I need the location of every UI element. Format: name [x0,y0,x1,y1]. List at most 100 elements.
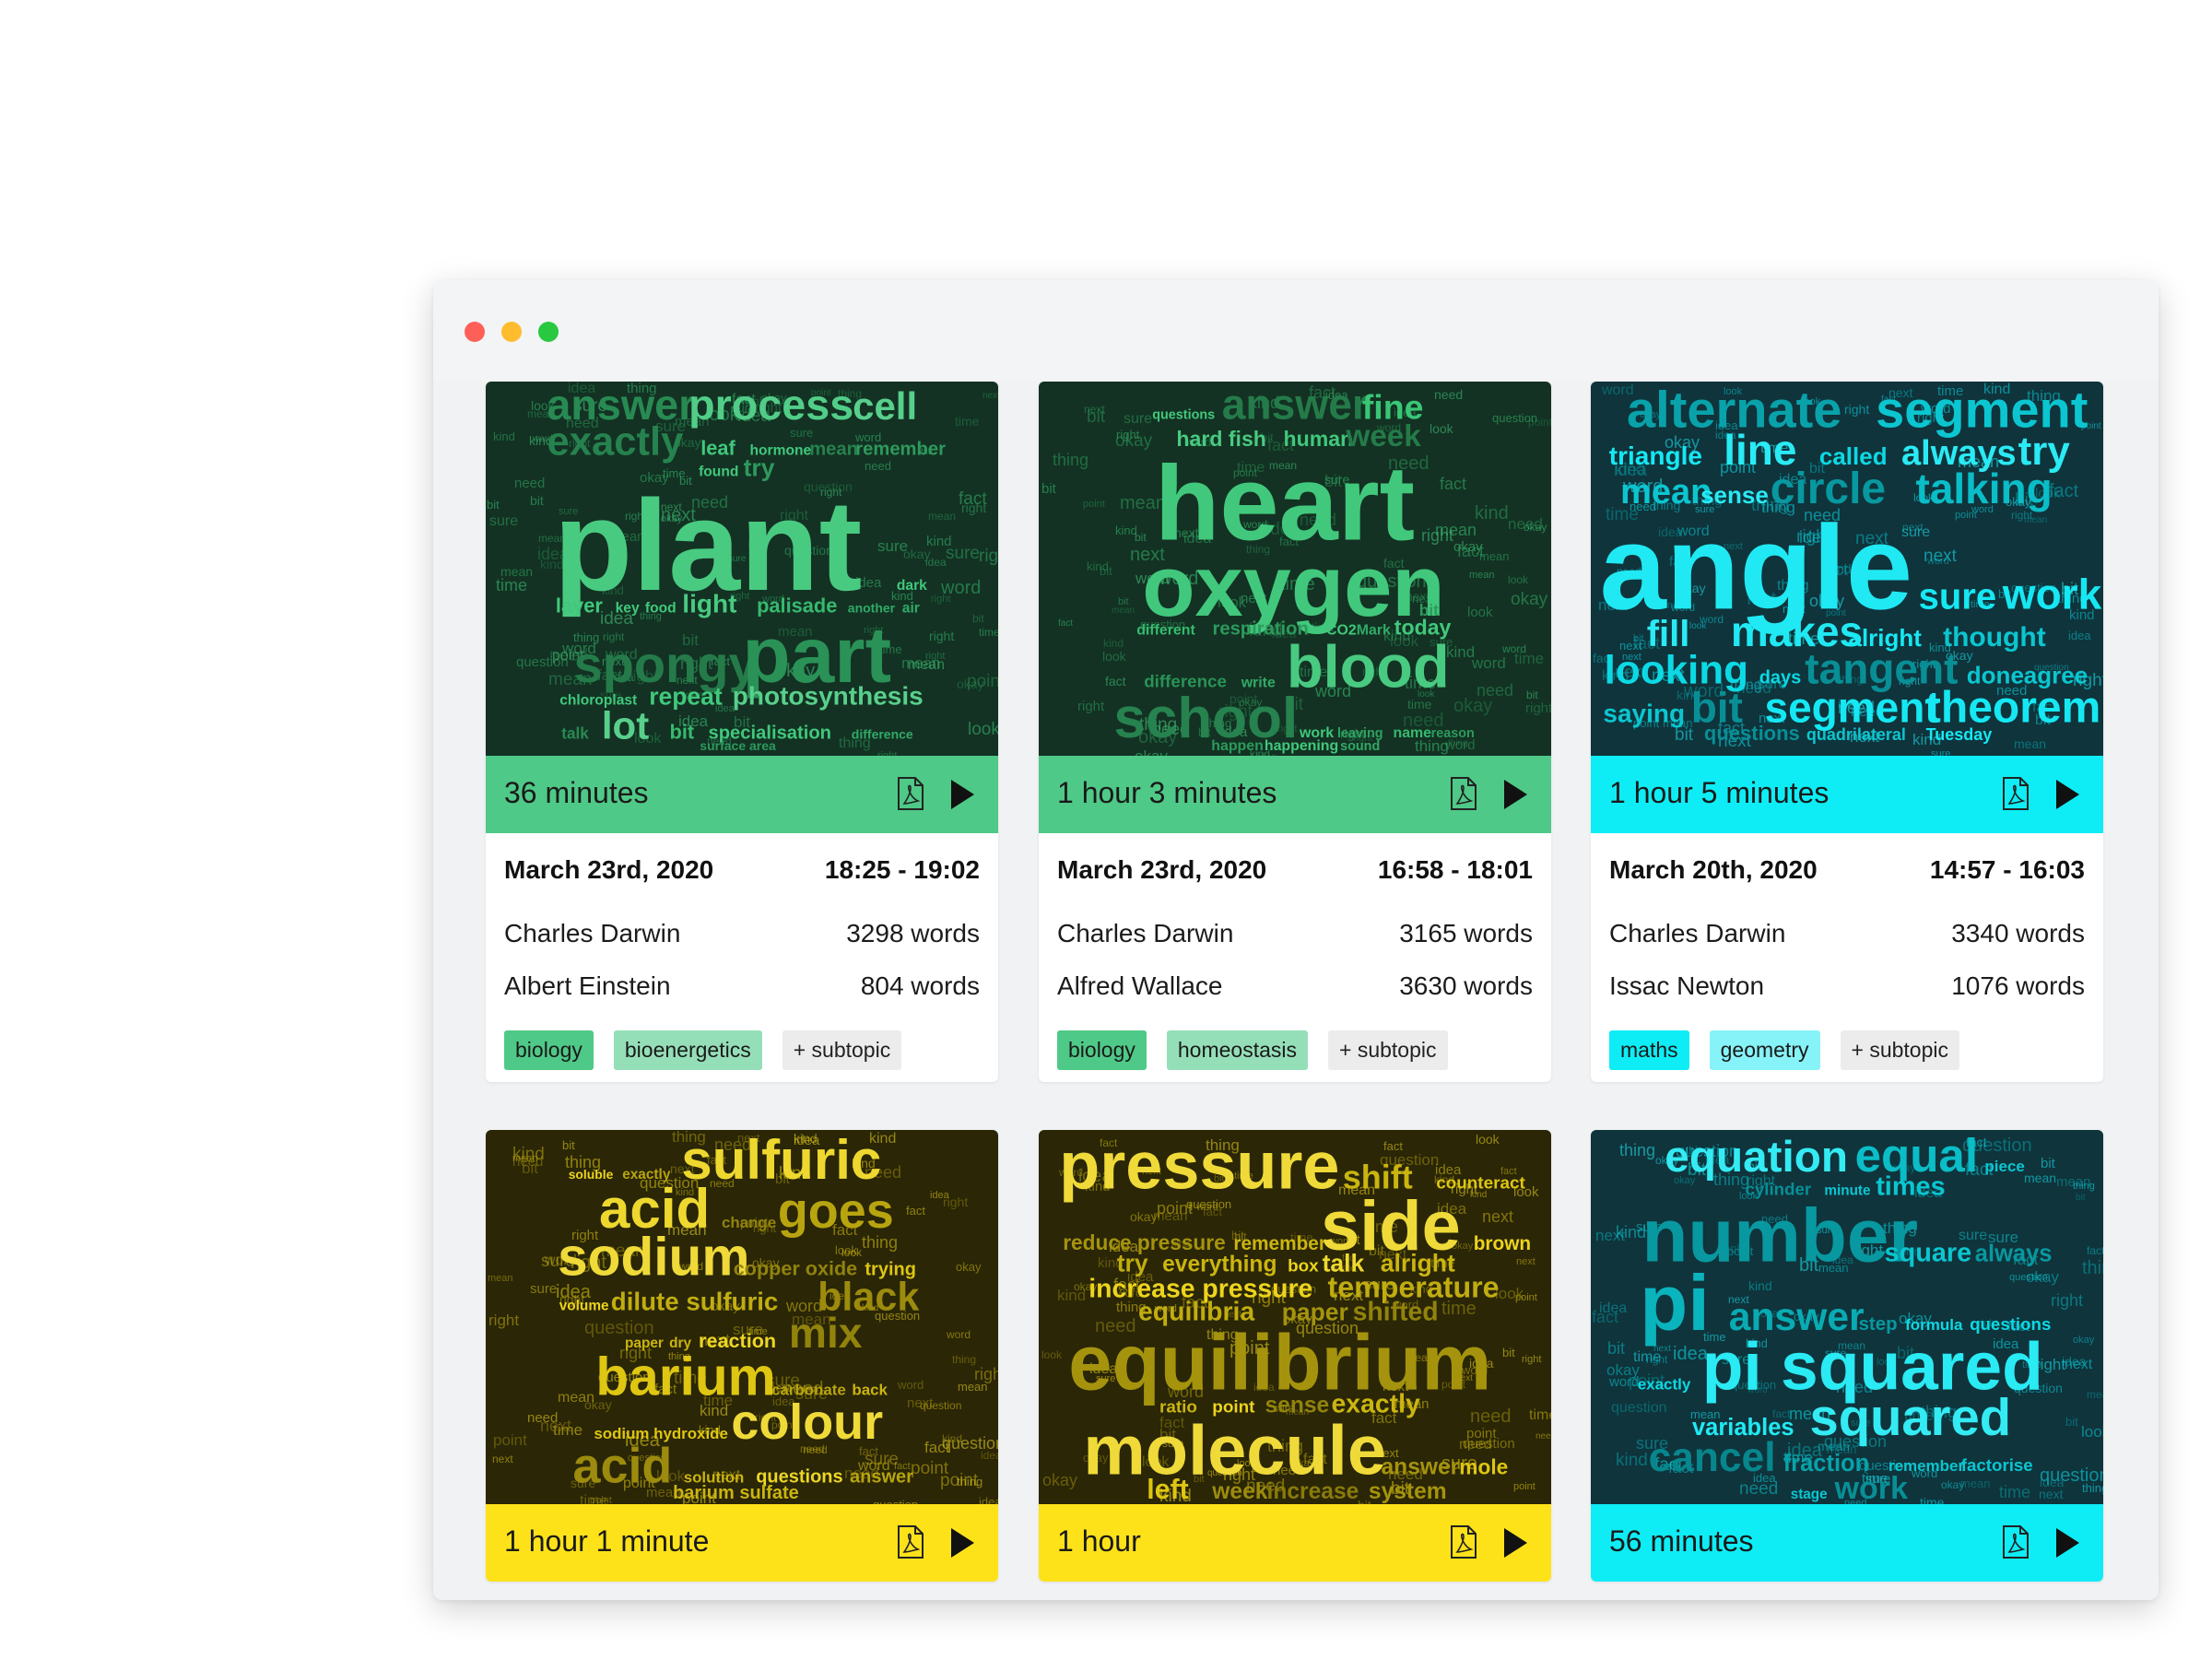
speaker-row: Charles Darwin 3165 words [1057,907,1533,959]
svg-text:right: right [1525,700,1551,716]
cloud-word: talk [561,725,589,743]
play-icon[interactable] [1501,778,1529,811]
cloud-word: food [645,601,677,617]
topic-tags: biology bioenergetics + subtopic [504,1030,980,1070]
recording-card[interactable]: right idea right right sure need right kind okay… [486,382,998,1082]
play-icon[interactable] [2053,1526,2081,1559]
svg-text:fact: fact [1058,618,1073,629]
svg-text:right: right [1646,1353,1668,1366]
svg-text:mean: mean [928,510,956,523]
subtopic-tag[interactable]: bioenergetics [613,1030,762,1070]
cloud-word: key [616,601,640,617]
close-window-button[interactable] [465,322,485,342]
recording-card[interactable]: point bit okay sure mean sure next right fact wor… [1039,1130,1551,1582]
pdf-icon[interactable] [897,776,924,811]
svg-text:sure: sure [877,537,908,555]
svg-text:mean: mean [488,1273,513,1284]
svg-text:mean: mean [2087,1388,2103,1401]
svg-text:right: right [929,629,954,643]
topic-tag[interactable]: biology [1057,1030,1147,1070]
cloud-word: box [1288,1256,1319,1276]
cloud-word: sure [1919,576,1997,617]
pdf-icon[interactable] [897,1524,924,1559]
cloud-word: left [1147,1475,1188,1504]
speaker-name: Charles Darwin [1057,918,1234,947]
cloud-word: sodium [558,1227,749,1287]
subtopic-tag[interactable]: geometry [1709,1030,1820,1070]
svg-text:mean: mean [2014,736,2046,751]
minimize-window-button[interactable] [501,322,522,342]
topic-tag[interactable]: maths [1609,1030,1689,1070]
svg-text:fact: fact [1440,475,1466,493]
pdf-icon[interactable] [1450,776,1477,811]
play-icon[interactable] [948,1526,976,1559]
cloud-word: square [1885,1238,1972,1267]
svg-text:question: question [2009,1272,2048,1283]
svg-text:kind: kind [1748,1278,1772,1293]
svg-text:right: right [1522,1354,1541,1365]
svg-text:need: need [1535,1431,1551,1441]
pdf-icon[interactable] [2002,1524,2030,1559]
maximize-window-button[interactable] [538,322,559,342]
svg-text:look: look [1467,605,1493,620]
add-subtopic-button[interactable]: + subtopic [1840,1030,1960,1070]
svg-text:kind: kind [1103,637,1124,650]
svg-text:thing: thing [952,1353,976,1366]
cloud-word: saying [1603,700,1685,728]
pdf-icon[interactable] [1450,1524,1477,1559]
svg-text:fact: fact [2049,481,2079,501]
cloud-word: air [902,601,920,617]
play-icon[interactable] [948,778,976,811]
cloud-word: answer [1382,1454,1460,1479]
window-titlebar [433,280,2159,382]
pdf-icon[interactable] [2002,776,2030,811]
topic-tag[interactable]: biology [504,1030,594,1070]
play-icon[interactable] [1501,1526,1529,1559]
recording-card[interactable]: okay next question okay point bit sure time thin… [1591,1130,2103,1582]
svg-text:look: look [1041,1348,1063,1361]
svg-text:thing: thing [2073,1181,2095,1192]
cloud-word: cell [853,384,917,428]
svg-text:thing: thing [1619,1141,1655,1159]
add-subtopic-button[interactable]: + subtopic [1328,1030,1448,1070]
speaker-word-count: 3630 words [1399,971,1533,1000]
duration-bar: 1 hour [1039,1504,1551,1582]
cloud-word: thought [1943,622,2046,653]
svg-text:fact: fact [1457,542,1484,560]
svg-text:right: right [1844,402,1869,417]
cloud-word: different [1136,622,1195,638]
cloud-word: answer [850,1466,913,1487]
add-subtopic-button[interactable]: + subtopic [782,1030,902,1070]
svg-text:time: time [1999,1483,2030,1501]
topic-tags: maths geometry + subtopic [1609,1030,2085,1070]
svg-text:question: question [1611,1400,1667,1416]
cloud-word: work [2002,570,2102,618]
svg-text:next: next [982,391,998,401]
svg-text:right: right [974,1365,998,1383]
svg-text:word: word [946,1328,971,1341]
svg-text:time: time [979,626,998,639]
duration-bar: 1 hour 5 minutes [1591,756,2103,833]
cloud-word: cancel [1649,1435,1776,1480]
speaker-name: Alfred Wallace [1057,971,1223,1000]
svg-text:kind: kind [1475,503,1509,524]
cloud-word: lot [602,704,649,747]
svg-text:kind: kind [1087,559,1109,573]
cloud-word: surface area [700,738,776,753]
subtopic-tag[interactable]: homeostasis [1166,1030,1309,1070]
play-icon[interactable] [2053,778,2081,811]
cloud-word: increase [1267,1479,1359,1504]
recording-card[interactable]: idea mean time look thing right bit right word ne… [1039,382,1551,1082]
svg-text:bit: bit [1526,688,1538,701]
cloud-word: sound [1340,739,1380,754]
recording-card[interactable]: thingthingneedquestionkindokaymeankindsu… [486,1130,998,1582]
svg-text:sure: sure [489,513,518,529]
speaker-word-count: 1076 words [1951,971,2085,1000]
duration-label: 56 minutes [1609,1524,1754,1558]
recording-card[interactable]: thing fact word kind next thing need time right n… [1591,382,2103,1082]
svg-text:time: time [1529,1407,1551,1423]
svg-text:next: next [492,1453,513,1465]
svg-text:need: need [865,459,891,473]
duration-label: 1 hour [1057,1524,1141,1558]
recording-details: March 23rd, 2020 16:58 - 18:01 Charles D… [1039,833,1551,1082]
